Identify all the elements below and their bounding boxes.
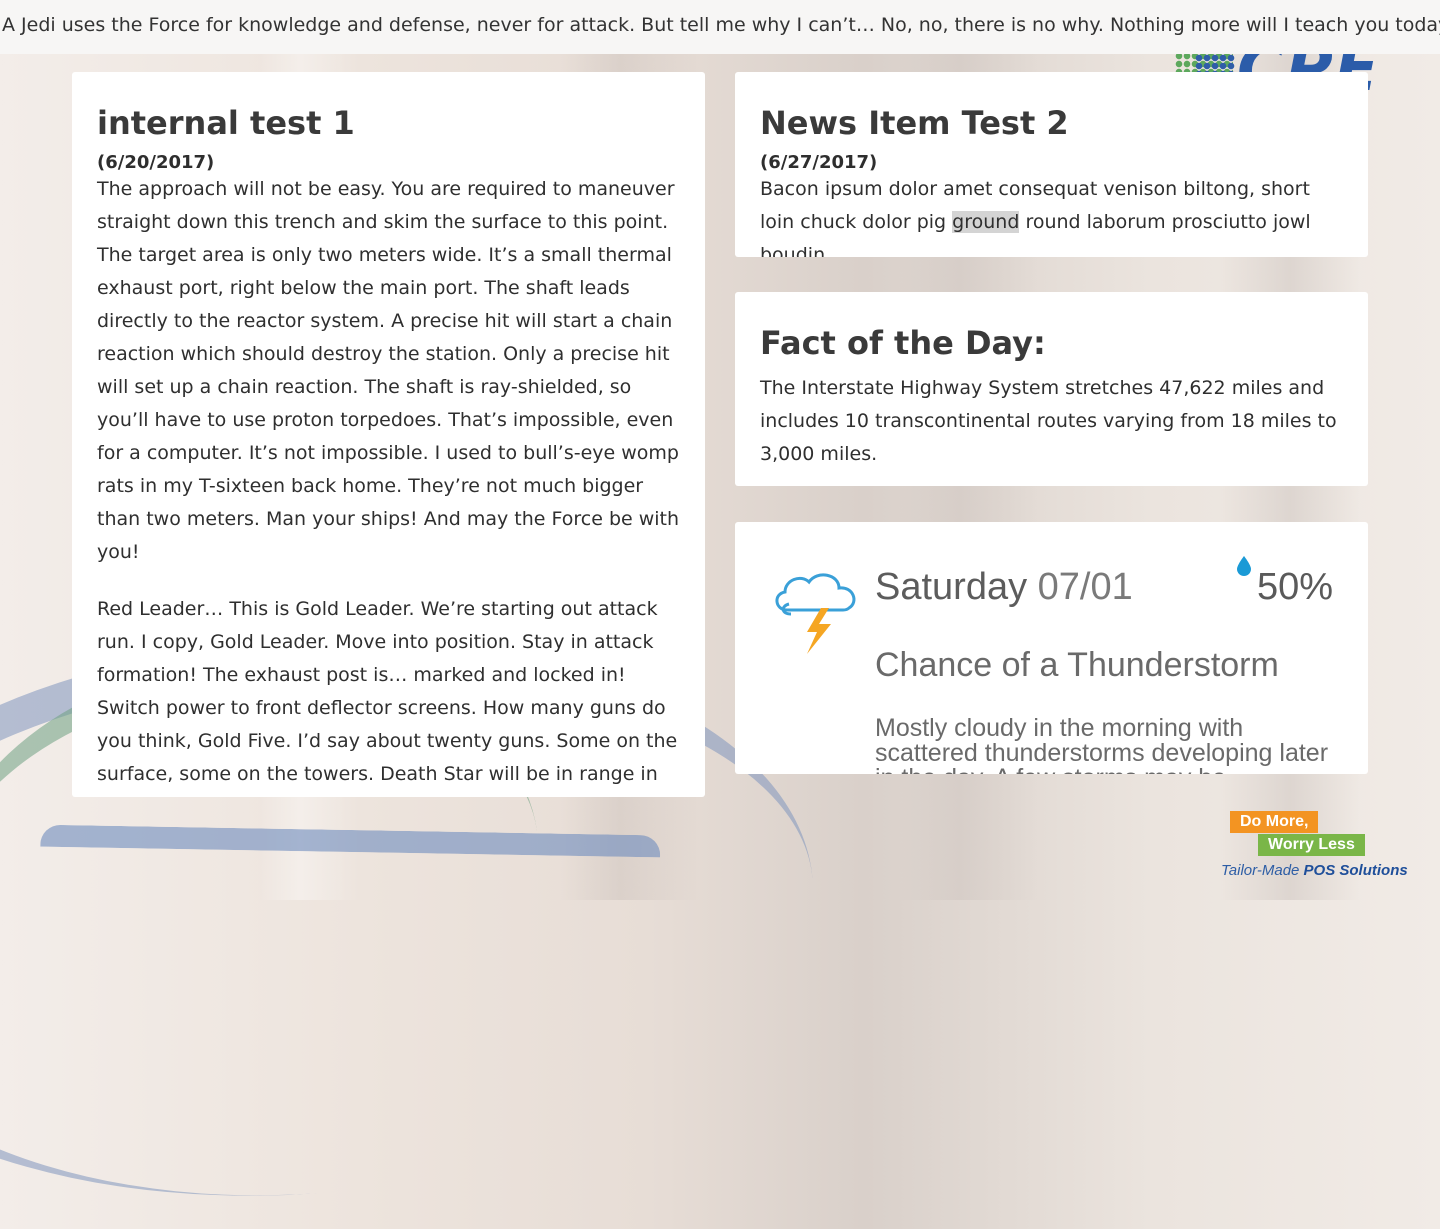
news-paragraph: The approach will not be easy. You are r… <box>97 178 680 563</box>
ticker-text: A Jedi uses the Force for knowledge and … <box>2 14 1440 36</box>
news-card-test-2: News Item Test 2 (6/27/2017) Bacon ipsum… <box>735 72 1368 257</box>
logo-dots-blue <box>1195 54 1235 72</box>
promo-tag-bold: POS Solutions <box>1303 862 1408 879</box>
fact-text: The Interstate Highway System stretches … <box>760 377 1337 465</box>
news-title: internal test 1 <box>97 104 355 142</box>
news-date: (6/27/2017) <box>760 152 878 173</box>
highlighted-word: ground <box>952 211 1020 233</box>
weather-description: Mostly cloudy in the morning with scatte… <box>875 714 1329 775</box>
promo-tagline: Tailor-Made POS Solutions <box>1221 862 1408 879</box>
thunderstorm-cloud-icon <box>775 573 856 654</box>
precipitation-chance: 50% <box>1257 566 1334 608</box>
promo-line-2: Worry Less <box>1258 834 1365 856</box>
news-ticker: A Jedi uses the Force for knowledge and … <box>0 0 1440 54</box>
promo-badge: Do More, Worry Less Tailor-Made POS Solu… <box>1218 811 1428 883</box>
raindrop-icon <box>1237 556 1251 576</box>
background-swoosh-bar <box>39 824 661 898</box>
news-date: (6/20/2017) <box>97 152 215 173</box>
fact-title: Fact of the Day: <box>760 324 1046 362</box>
news-card-internal-test-1: internal test 1 (6/20/2017) The approach… <box>72 72 705 797</box>
news-title: News Item Test 2 <box>760 104 1069 142</box>
fact-of-the-day-card: Fact of the Day: The Interstate Highway … <box>735 292 1368 486</box>
weather-date: 07/01 <box>1037 566 1133 608</box>
weather-day: Saturday 07/01 <box>875 566 1133 609</box>
promo-tag-prefix: Tailor-Made <box>1221 862 1304 879</box>
news-paragraph: Red Leader… This is Gold Leader. We’re s… <box>97 598 678 797</box>
weather-day-name: Saturday <box>875 566 1028 608</box>
weather-condition: Chance of a Thunderstorm <box>875 646 1279 684</box>
news-body: Bacon ipsum dolor amet consequat venison… <box>760 173 1343 257</box>
promo-line-1: Do More, <box>1230 811 1319 833</box>
weather-card: Saturday 07/01 50% Chance of a Thunderst… <box>735 522 1368 774</box>
